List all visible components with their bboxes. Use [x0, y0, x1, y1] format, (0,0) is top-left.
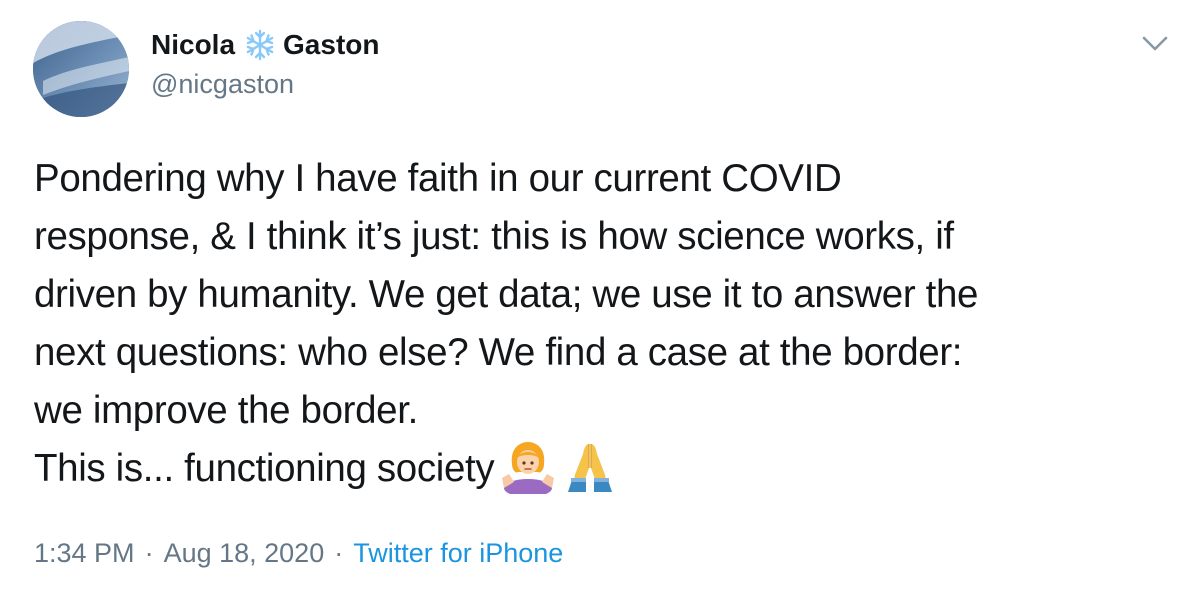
tweet-meta: 1:34 PM · Aug 18, 2020 · Twitter for iPh… — [34, 535, 563, 571]
tweet-text-line: Pondering why I have faith in our curren… — [34, 157, 842, 200]
meta-separator: · — [334, 538, 344, 568]
tweet-text-line: next questions: who else? We find a case… — [34, 331, 963, 374]
folded-hands-icon — [562, 438, 618, 494]
name-last[interactable]: Gaston — [283, 28, 379, 62]
snowflake-icon — [243, 28, 277, 62]
tweet-text-line: response, & I think it’s just: this is h… — [34, 215, 954, 258]
tweet-text-line: driven by humanity. We get data; we use … — [34, 273, 979, 316]
avatar[interactable] — [33, 21, 129, 117]
tweet-text: Pondering why I have faith in our curren… — [34, 150, 1164, 498]
chevron-down-icon[interactable] — [1140, 30, 1170, 56]
tweet-text-line: This is... functioning society — [34, 447, 495, 490]
tweet-card: Nicola Gaston @nicgaston Pondering why I… — [0, 0, 1190, 592]
tweet-source-link[interactable]: Twitter for iPhone — [353, 535, 563, 571]
display-name[interactable]: Nicola Gaston — [151, 28, 380, 62]
tweet-date[interactable]: Aug 18, 2020 — [164, 535, 325, 571]
person-shrugging-icon — [500, 438, 556, 494]
tweet-text-line: we improve the border. — [34, 389, 418, 432]
tweet-text-line-last: This is... functioning society — [34, 440, 1164, 498]
user-handle[interactable]: @nicgaston — [151, 68, 294, 100]
name-first[interactable]: Nicola — [151, 28, 235, 62]
meta-separator: · — [144, 538, 154, 568]
tweet-time[interactable]: 1:34 PM — [34, 535, 135, 571]
